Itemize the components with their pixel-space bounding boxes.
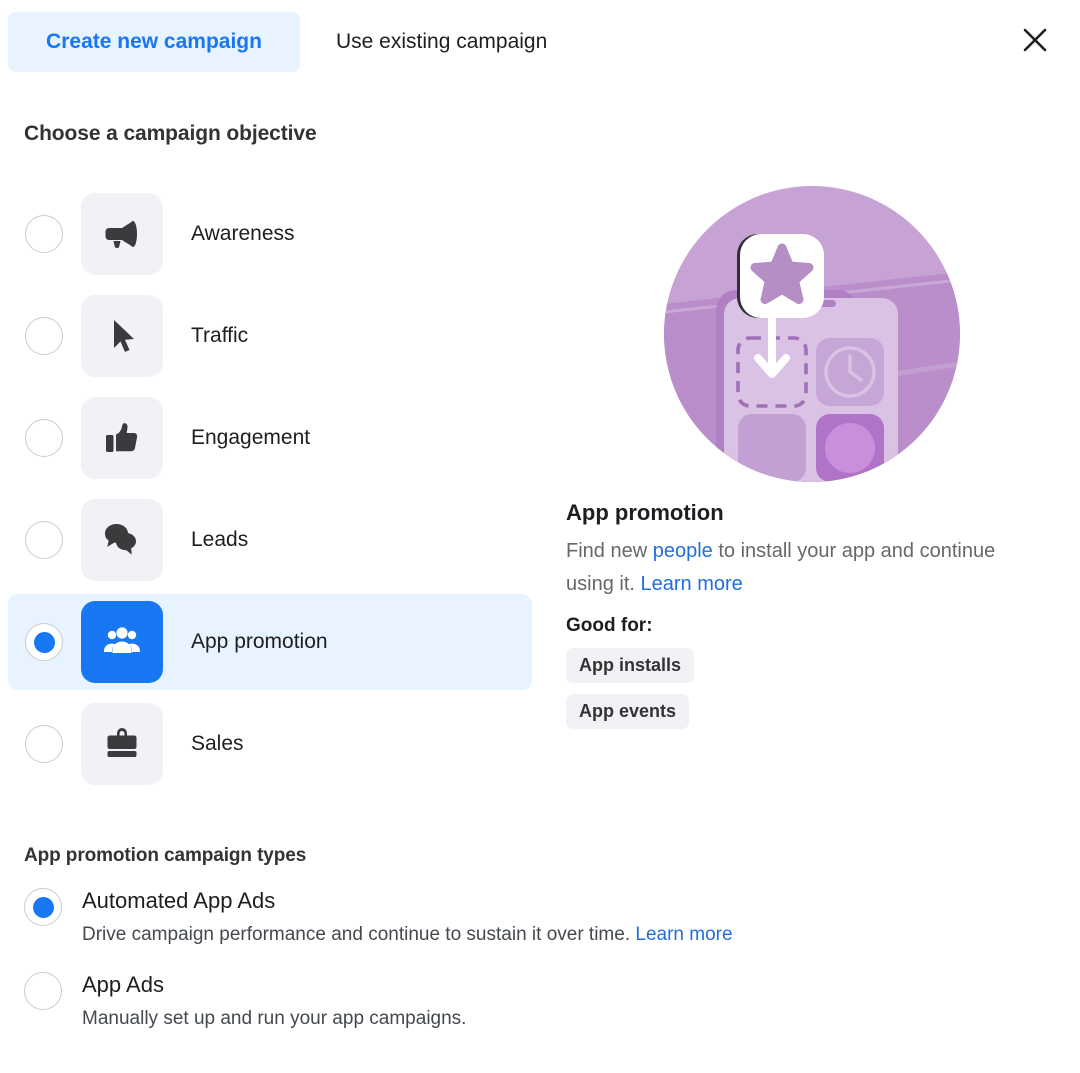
tab-use-existing-campaign-label: Use existing campaign xyxy=(336,30,548,53)
objective-label-engagement: Engagement xyxy=(191,426,311,449)
objective-options-list: Awareness Traffic Engagement Leads App p… xyxy=(0,186,540,798)
campaign-type-desc-app-ads: Manually set up and run your app campaig… xyxy=(82,1005,466,1032)
objective-detail-panel: App promotion Find new people to install… xyxy=(566,186,1026,729)
campaign-types-list: Automated App Ads Drive campaign perform… xyxy=(24,886,1024,1054)
campaign-type-radio-app-ads[interactable] xyxy=(24,972,62,1010)
thumbs-up-icon xyxy=(81,397,163,479)
people-link[interactable]: people xyxy=(653,540,713,562)
campaign-type-title-automated-app-ads: Automated App Ads xyxy=(82,888,276,913)
objective-radio-traffic[interactable] xyxy=(25,317,63,355)
campaign-type-radio-automated-app-ads[interactable] xyxy=(24,888,62,926)
tab-use-existing-campaign[interactable]: Use existing campaign xyxy=(320,12,612,72)
close-button[interactable] xyxy=(1011,18,1059,66)
objective-option-awareness[interactable]: Awareness xyxy=(8,186,532,282)
megaphone-icon xyxy=(81,193,163,275)
detail-panel-description: Find new people to install your app and … xyxy=(566,535,1011,601)
objective-option-leads[interactable]: Leads xyxy=(8,492,532,588)
objective-radio-leads[interactable] xyxy=(25,521,63,559)
good-for-label: Good for: xyxy=(566,615,653,636)
objective-radio-sales[interactable] xyxy=(25,725,63,763)
objective-label-awareness: Awareness xyxy=(191,222,295,245)
campaign-type-desc-text-1: Manually set up and run your app campaig… xyxy=(82,1008,467,1029)
briefcase-icon xyxy=(81,703,163,785)
campaign-types-heading: App promotion campaign types xyxy=(24,845,307,866)
tab-create-new-campaign[interactable]: Create new campaign xyxy=(8,12,300,72)
campaign-type-desc-text-0: Drive campaign performance and continue … xyxy=(82,924,636,945)
objective-label-traffic: Traffic xyxy=(191,324,249,347)
objective-radio-awareness[interactable] xyxy=(25,215,63,253)
campaign-type-app-ads[interactable]: App Ads Manually set up and run your app… xyxy=(24,970,1024,1032)
objective-radio-app-promotion[interactable] xyxy=(25,623,63,661)
objective-section-heading: Choose a campaign objective xyxy=(24,122,317,145)
objective-option-engagement[interactable]: Engagement xyxy=(8,390,532,486)
detail-panel-title: App promotion xyxy=(566,500,724,525)
objective-option-sales[interactable]: Sales xyxy=(8,696,532,792)
objective-label-sales: Sales xyxy=(191,732,244,755)
dialog-tab-bar: Create new campaign Use existing campaig… xyxy=(0,0,1080,86)
objective-option-app-promotion[interactable]: App promotion xyxy=(8,594,532,690)
people-group-icon xyxy=(81,601,163,683)
app-promotion-illustration xyxy=(664,186,960,482)
campaign-type-title-app-ads: App Ads xyxy=(82,972,164,997)
cursor-icon xyxy=(81,295,163,377)
campaign-type-desc-automated-app-ads: Drive campaign performance and continue … xyxy=(82,921,733,948)
tag-app-events: App events xyxy=(566,694,690,729)
tab-create-new-campaign-label: Create new campaign xyxy=(46,30,262,53)
objective-option-traffic[interactable]: Traffic xyxy=(8,288,532,384)
learn-more-link-detail[interactable]: Learn more xyxy=(640,573,742,595)
speech-bubbles-icon xyxy=(81,499,163,581)
learn-more-link-automated-app-ads[interactable]: Learn more xyxy=(635,924,732,945)
campaign-type-automated-app-ads[interactable]: Automated App Ads Drive campaign perform… xyxy=(24,886,1024,948)
objective-label-app-promotion: App promotion xyxy=(191,630,328,653)
close-icon xyxy=(1022,27,1048,58)
detail-desc-part1: Find new xyxy=(566,540,653,562)
objective-label-leads: Leads xyxy=(191,528,249,551)
objective-radio-engagement[interactable] xyxy=(25,419,63,457)
tag-app-installs: App installs xyxy=(566,648,695,683)
good-for-tags: App installs App events xyxy=(566,637,1026,729)
